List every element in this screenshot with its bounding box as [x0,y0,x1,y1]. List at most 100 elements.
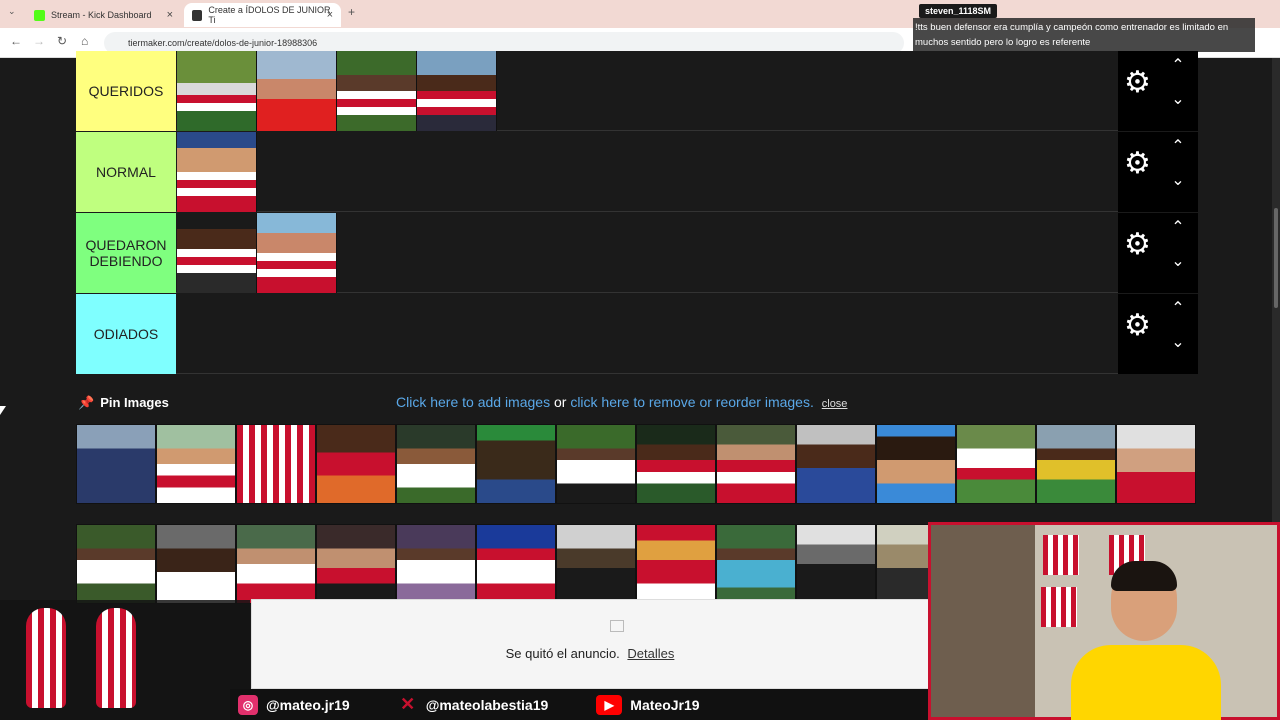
pin-images-links: Click here to add images or click here t… [396,394,847,410]
player-image[interactable] [337,51,417,131]
chevron-down-icon[interactable]: ⌄ [1168,170,1188,190]
pin-icon: 📌 [78,395,95,410]
tiermaker-favicon-icon [192,9,203,21]
pool-image[interactable] [956,424,1036,504]
tab-tiermaker[interactable]: Create a ÍDOLOS DE JUNIOR Ti × [184,3,341,27]
x-icon: ✕ [400,694,416,714]
scrollbar-thumb[interactable] [1274,208,1278,308]
new-tab-button[interactable]: + [348,5,355,19]
close-tab-icon[interactable]: × [327,9,333,21]
tab-search-icon[interactable]: ⌄ [8,6,16,17]
chevron-down-icon[interactable]: ⌄ [1168,332,1188,352]
back-icon[interactable]: ← [10,34,22,48]
ad-details-link[interactable]: Detalles [627,646,674,661]
pool-image[interactable] [396,424,476,504]
forward-icon[interactable]: → [33,34,45,48]
remove-reorder-link[interactable]: click here to remove or reorder images. [570,394,814,410]
player-figure [96,608,136,708]
social-instagram: ◎ @mateo.jr19 [238,694,350,715]
pool-image[interactable] [1116,424,1196,504]
tier-items [177,213,337,293]
pin-images-label: Pin Images [100,395,169,410]
player-image[interactable] [257,213,337,293]
pool-image[interactable] [476,524,556,604]
pool-image[interactable] [316,524,396,604]
or-text: or [550,394,571,410]
tier-controls: ⚙ ⌃ ⌄ [1118,213,1198,293]
instagram-icon: ◎ [238,694,258,715]
player-image[interactable] [177,51,257,131]
tier-label[interactable]: NORMAL [76,132,176,212]
pool-image[interactable] [796,524,876,604]
youtube-icon: ▶ [596,694,623,715]
social-x: ✕ @mateolabestia19 [398,694,549,715]
chevron-down-icon[interactable]: ⌄ [1168,89,1188,109]
pool-image[interactable] [556,424,636,504]
pool-image[interactable] [476,424,556,504]
pool-image[interactable] [716,424,796,504]
ad-icon [610,620,624,632]
pin-images-title: 📌 Pin Images [78,395,169,411]
tier-row: NORMAL ⚙ ⌃ ⌄ [76,132,1198,212]
pool-image[interactable] [636,524,716,604]
close-link[interactable]: close [822,398,848,410]
tier-label[interactable]: QUERIDOS [76,51,176,131]
pool-image[interactable] [76,424,156,504]
chevron-up-icon[interactable]: ⌃ [1168,217,1188,237]
pool-image[interactable] [236,524,316,604]
tier-label[interactable]: ODIADOS [76,294,176,374]
pool-image[interactable] [1036,424,1116,504]
yellow-shirt [1071,645,1221,720]
pool-image[interactable] [236,424,316,504]
ad-message: Se quitó el anuncio. [505,646,620,661]
gear-icon[interactable]: ⚙ [1124,230,1152,260]
mouse-cursor-icon [0,406,6,415]
player-image[interactable] [417,51,497,131]
overlay-players-graphic [0,600,250,720]
webcam-feed [928,522,1280,720]
social-links-bar: ◎ @mateo.jr19 ✕ @mateolabestia19 ▶ Mateo… [230,689,930,720]
pool-image[interactable] [76,524,156,604]
tier-row: QUEDARON DEBIENDO ⚙ ⌃ ⌄ [76,213,1198,293]
home-icon[interactable]: ⌂ [81,34,88,48]
pool-image[interactable] [396,524,476,604]
social-youtube: ▶ MateoJr19 [596,694,700,715]
player-figure [26,608,66,708]
tier-row: ODIADOS ⚙ ⌃ ⌄ [76,294,1198,374]
kick-favicon-icon [34,9,45,21]
tier-controls: ⚙ ⌃ ⌄ [1118,51,1198,131]
gear-icon[interactable]: ⚙ [1124,311,1152,341]
chevron-down-icon[interactable]: ⌄ [1168,251,1188,271]
x-handle: @mateolabestia19 [425,696,549,713]
chevron-up-icon[interactable]: ⌃ [1168,55,1188,75]
pool-image[interactable] [316,424,396,504]
add-images-link[interactable]: Click here to add images [396,394,550,410]
pool-image[interactable] [796,424,876,504]
tab-kick-dashboard[interactable]: Stream - Kick Dashboard × [26,3,181,27]
tier-controls: ⚙ ⌃ ⌄ [1118,132,1198,212]
youtube-handle: MateoJr19 [630,696,700,713]
tab-title: Create a ÍDOLOS DE JUNIOR Ti [208,5,331,25]
chevron-up-icon[interactable]: ⌃ [1168,136,1188,156]
pool-image[interactable] [156,524,236,604]
reload-icon[interactable]: ↻ [57,34,67,48]
player-image[interactable] [257,51,337,131]
gear-icon[interactable]: ⚙ [1124,149,1152,179]
tier-controls: ⚙ ⌃ ⌄ [1118,294,1198,374]
pool-image[interactable] [556,524,636,604]
ad-removed-box: Se quitó el anuncio. Detalles [251,599,929,689]
tab-title: Stream - Kick Dashboard [51,10,152,20]
gear-icon[interactable]: ⚙ [1124,68,1152,98]
close-tab-icon[interactable]: × [167,9,173,21]
tier-items [177,132,257,212]
player-image[interactable] [177,132,257,212]
tier-label[interactable]: QUEDARON DEBIENDO [76,213,176,293]
pool-image[interactable] [636,424,716,504]
pool-image[interactable] [156,424,236,504]
pool-image[interactable] [716,524,796,604]
ad-text: Se quitó el anuncio. Detalles [252,646,928,661]
chevron-up-icon[interactable]: ⌃ [1168,298,1188,318]
pool-image[interactable] [876,424,956,504]
streamer [1071,561,1221,720]
player-image[interactable] [177,213,257,293]
